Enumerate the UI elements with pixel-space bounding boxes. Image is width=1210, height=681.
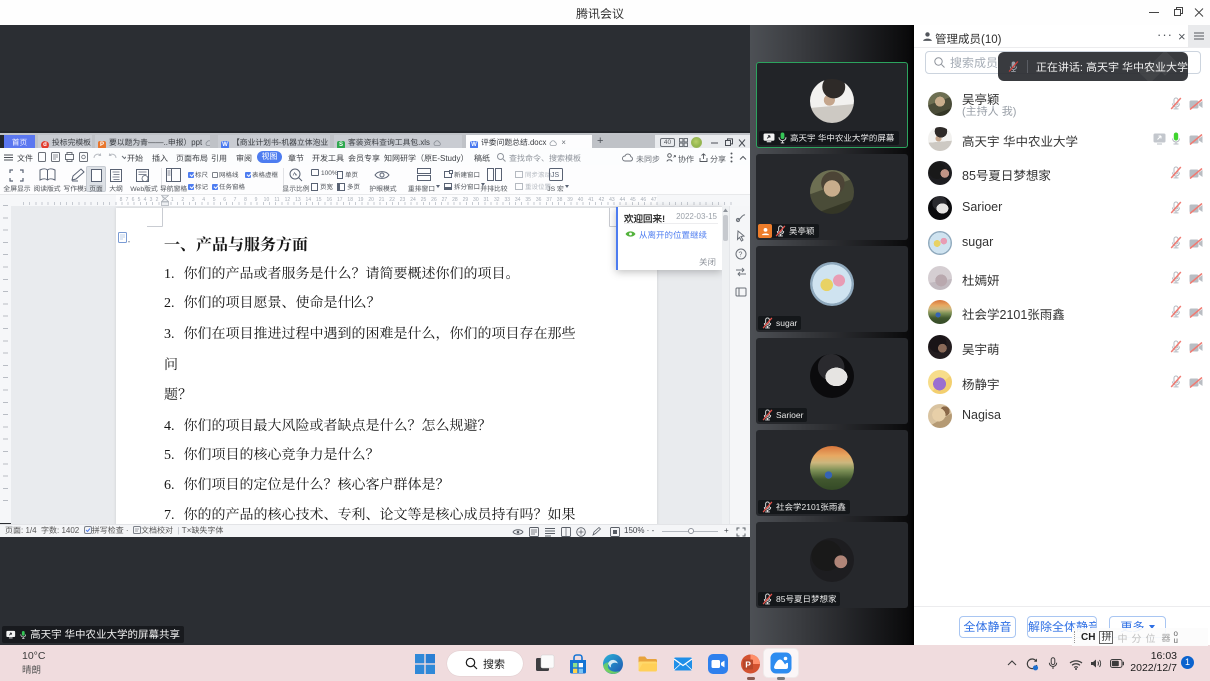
- svg-text:P: P: [745, 660, 751, 670]
- svg-text:JS: JS: [551, 172, 560, 179]
- svg-text:?: ?: [739, 252, 743, 259]
